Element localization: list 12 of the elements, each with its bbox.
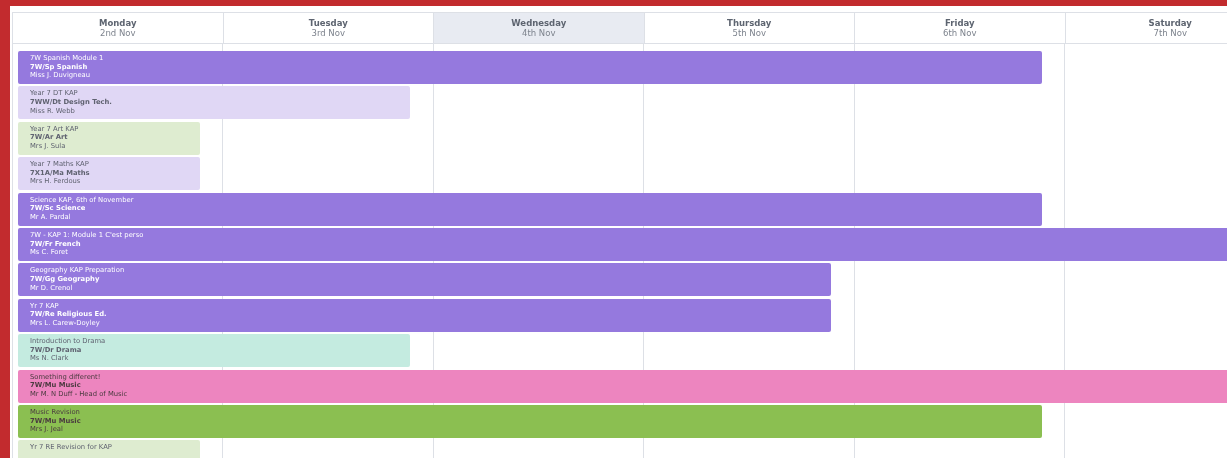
day-date: 4th Nov [522, 28, 556, 39]
day-name: Saturday [1148, 17, 1192, 28]
day-date: 5th Nov [732, 28, 766, 39]
day-name: Monday [99, 17, 137, 28]
day-name: Friday [945, 17, 975, 28]
day-date: 3rd Nov [311, 28, 345, 39]
day-date: 6th Nov [943, 28, 977, 39]
day-date: 2nd Nov [100, 28, 136, 39]
day-date: 7th Nov [1153, 28, 1187, 39]
day-name: Tuesday [308, 17, 348, 28]
day-name: Thursday [727, 17, 772, 28]
day-name: Wednesday [511, 17, 567, 28]
